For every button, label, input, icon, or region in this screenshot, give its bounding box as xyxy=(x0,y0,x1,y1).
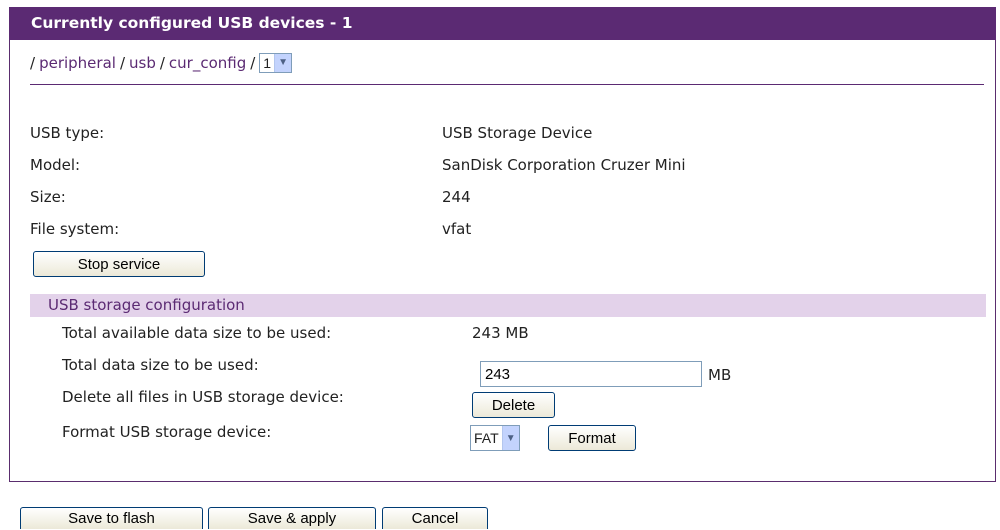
breadcrumb-separator: / xyxy=(30,54,36,72)
breadcrumb-link-peripheral[interactable]: peripheral xyxy=(39,50,116,76)
panel-title: Currently configured USB devices - 1 xyxy=(9,7,996,40)
available-size-label: Total available data size to be used: xyxy=(62,324,332,342)
device-index-select[interactable]: 1 ▼ xyxy=(259,53,293,73)
breadcrumb-separator: / xyxy=(119,54,125,72)
file-system-label: File system: xyxy=(30,220,120,238)
device-index-value: 1 xyxy=(263,55,272,71)
usb-type-value: USB Storage Device xyxy=(442,124,593,142)
usb-type-label: USB type: xyxy=(30,124,105,142)
cancel-button[interactable]: Cancel xyxy=(382,507,488,529)
breadcrumb: / peripheral / usb / cur_config / 1 ▼ xyxy=(30,50,293,76)
delete-files-label: Delete all files in USB storage device: xyxy=(62,388,344,406)
size-label: Size: xyxy=(30,188,66,206)
size-value: 244 xyxy=(442,188,471,206)
divider xyxy=(30,84,984,85)
usb-storage-config-header: USB storage configuration xyxy=(30,294,986,317)
format-type-select[interactable]: FAT ▼ xyxy=(470,425,520,451)
chevron-down-icon[interactable]: ▼ xyxy=(274,54,292,72)
format-button[interactable]: Format xyxy=(548,425,636,451)
model-value: SanDisk Corporation Cruzer Mini xyxy=(442,156,686,174)
model-label: Model: xyxy=(30,156,81,174)
save-and-apply-button[interactable]: Save & apply xyxy=(208,507,376,529)
breadcrumb-link-cur-config[interactable]: cur_config xyxy=(169,50,246,76)
file-system-value: vfat xyxy=(442,220,472,238)
breadcrumb-separator: / xyxy=(250,54,256,72)
breadcrumb-link-usb[interactable]: usb xyxy=(129,50,156,76)
used-size-unit: MB xyxy=(708,366,732,384)
used-size-label: Total data size to be used: xyxy=(62,356,259,374)
available-size-value: 243 MB xyxy=(472,324,529,342)
save-to-flash-button[interactable]: Save to flash xyxy=(20,507,203,529)
delete-button[interactable]: Delete xyxy=(472,392,555,418)
stop-service-button[interactable]: Stop service xyxy=(33,251,205,277)
chevron-down-icon[interactable]: ▼ xyxy=(501,426,519,450)
usb-config-panel: Currently configured USB devices - 1 / p… xyxy=(9,7,996,482)
format-device-label: Format USB storage device: xyxy=(62,423,272,441)
format-type-value: FAT xyxy=(474,430,499,446)
breadcrumb-separator: / xyxy=(159,54,165,72)
used-size-input[interactable] xyxy=(480,361,702,387)
